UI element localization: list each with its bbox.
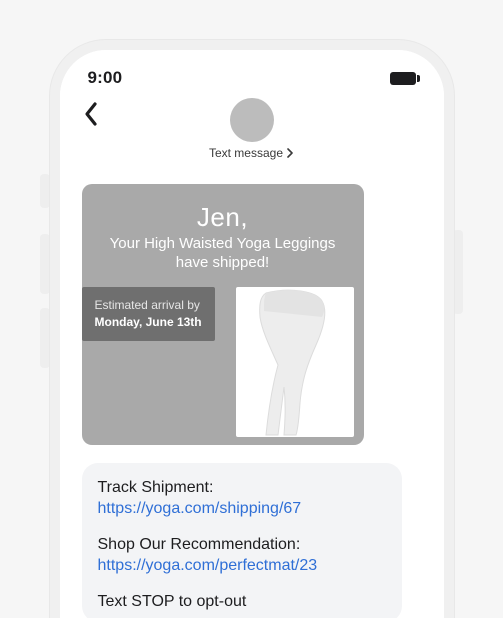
status-clock: 9:00 [88, 68, 123, 88]
status-bar: 9:00 [60, 50, 444, 96]
conversation-title[interactable]: Text message [209, 146, 294, 160]
side-button-power [453, 230, 463, 314]
side-button-silence [40, 174, 50, 208]
shipping-card[interactable]: Jen, Your High Waisted Yoga Leggings hav… [82, 184, 364, 445]
side-button-vol-down [40, 308, 50, 368]
phone-frame: 9:00 Text message Jen, Your High Waisted… [50, 40, 454, 618]
reco-link[interactable]: https://yoga.com/perfectmat/23 [98, 557, 318, 574]
eta-label: Estimated arrival by [95, 297, 202, 314]
reco-label: Shop Our Recommendation: [98, 536, 301, 553]
shipping-card-name: Jen, [98, 202, 348, 233]
back-button[interactable] [82, 100, 102, 128]
product-image [236, 287, 354, 437]
track-label: Track Shipment: [98, 479, 214, 496]
contact-avatar[interactable] [230, 98, 274, 142]
eta-date: Monday, June 13th [95, 314, 202, 331]
message-bubble: Track Shipment: https://yoga.com/shippin… [82, 463, 402, 618]
conversation-header: Text message [60, 96, 444, 170]
conversation-title-label: Text message [209, 146, 283, 160]
track-link[interactable]: https://yoga.com/shipping/67 [98, 500, 302, 517]
side-button-vol-up [40, 234, 50, 294]
message-thread: Jen, Your High Waisted Yoga Leggings hav… [60, 170, 444, 618]
screen: 9:00 Text message Jen, Your High Waisted… [60, 50, 444, 618]
shipping-card-subtitle: Your High Waisted Yoga Leggings have shi… [98, 235, 348, 273]
eta-badge: Estimated arrival by Monday, June 13th [82, 287, 215, 342]
optout-text: Text STOP to opt-out [98, 593, 247, 610]
battery-icon [390, 72, 416, 85]
chevron-right-icon [286, 148, 294, 158]
